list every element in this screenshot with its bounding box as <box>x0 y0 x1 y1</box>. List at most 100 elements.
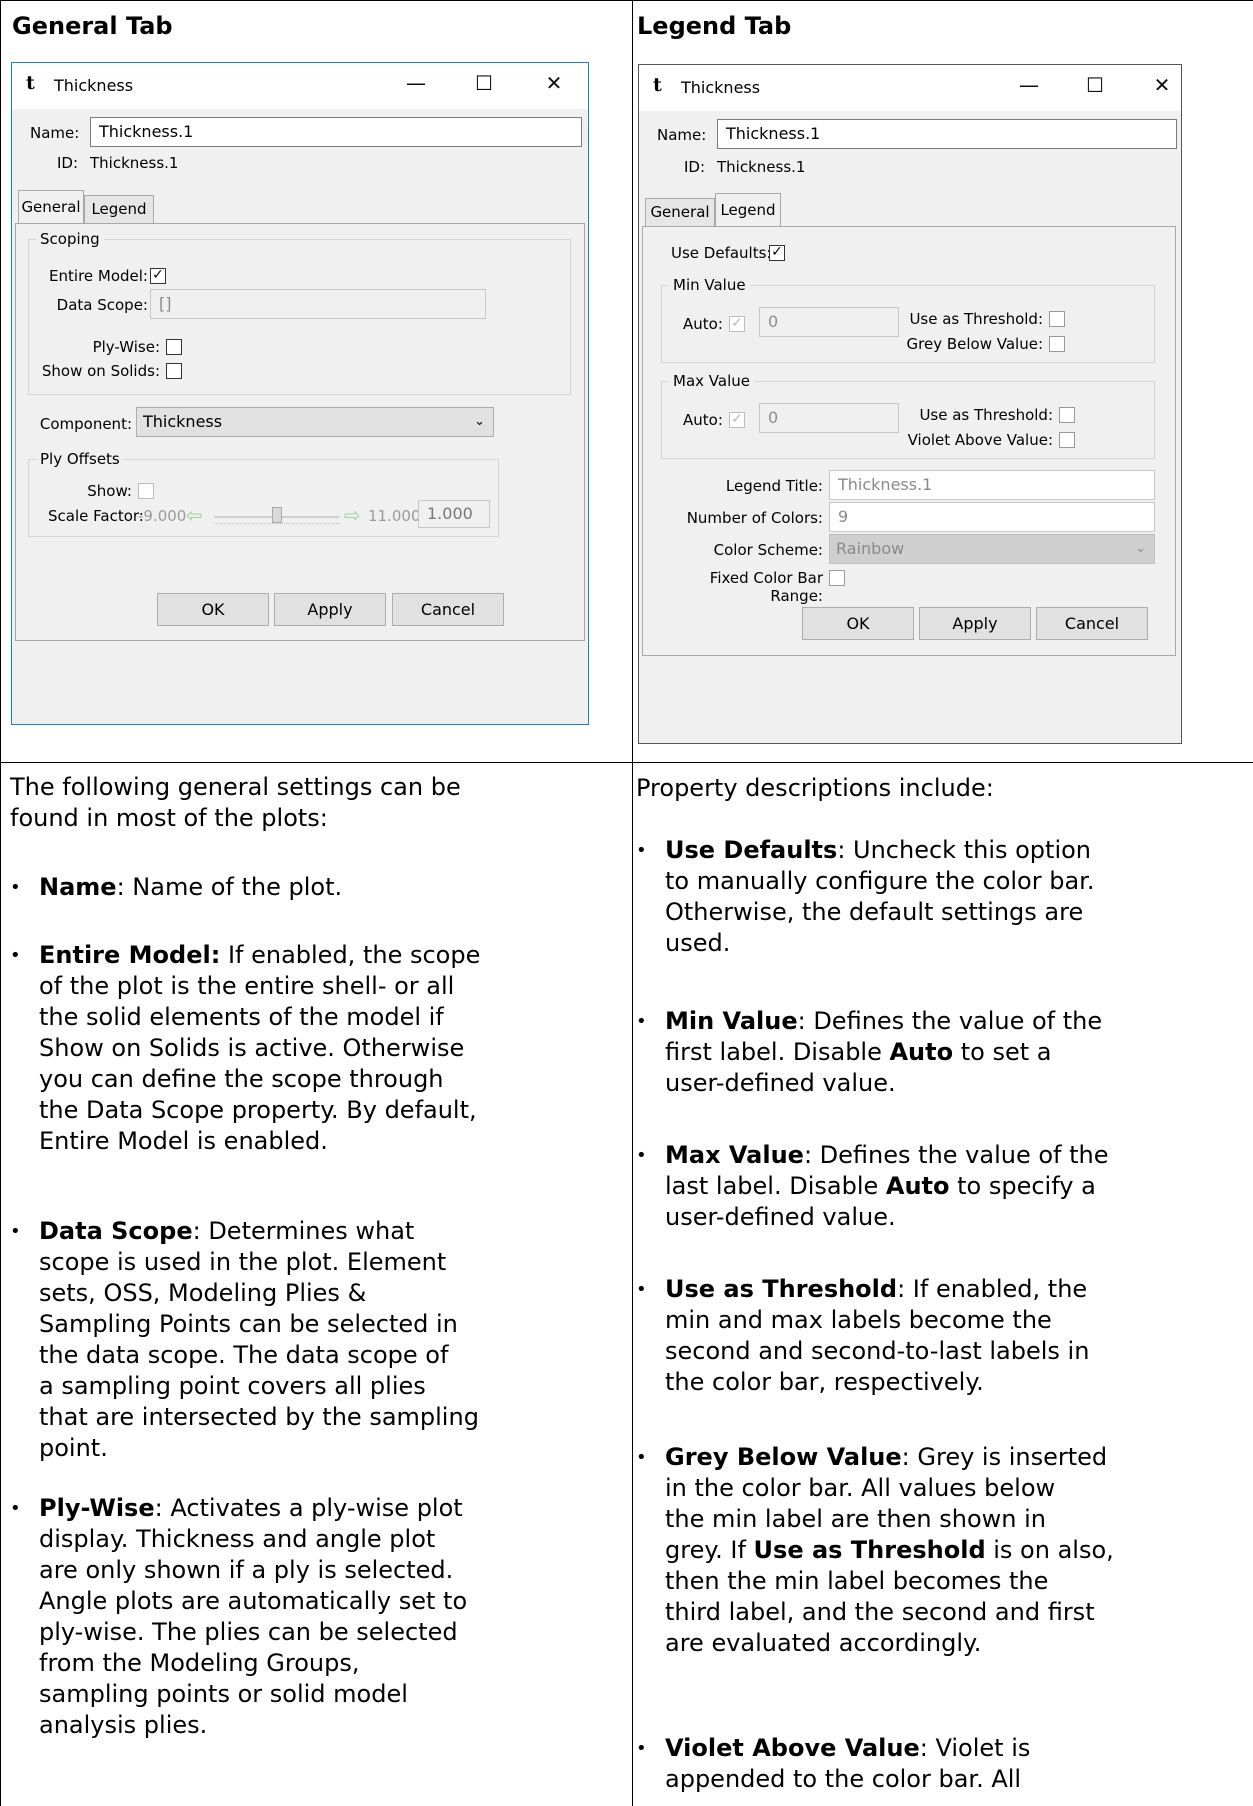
text-line: to manually configure the color bar. <box>665 867 1095 895</box>
t-icon: t <box>653 74 662 96</box>
scale-slider-thumb[interactable] <box>272 507 282 523</box>
apply-button[interactable]: Apply <box>919 607 1031 640</box>
text-line: : Violet is <box>919 1734 1031 1762</box>
name-field[interactable]: Thickness.1 <box>717 119 1177 149</box>
text-line: : If enabled, the <box>897 1275 1088 1303</box>
id-label: ID: <box>684 158 706 176</box>
min-auto-checkbox[interactable]: ✓ <box>729 316 745 332</box>
legend-title-field[interactable]: Thickness.1 <box>829 470 1155 500</box>
text-line: used. <box>665 929 731 957</box>
text-line: last label. Disable <box>665 1172 886 1200</box>
bullet-dot: • <box>636 1738 647 1759</box>
cancel-button[interactable]: Cancel <box>392 593 504 626</box>
ok-button[interactable]: OK <box>802 607 914 640</box>
ply-wise-checkbox[interactable] <box>166 339 182 355</box>
scoping-title: Scoping <box>36 230 104 248</box>
text-line: Angle plots are automatically set to <box>39 1587 468 1615</box>
color-scheme-select[interactable]: Rainbow ⌄ <box>829 534 1155 564</box>
text-line: the min label are then shown in <box>665 1505 1046 1533</box>
text-line: scope is used in the plot. Element <box>39 1248 447 1276</box>
tab-legend[interactable]: Legend <box>84 195 154 224</box>
text-line: user-defined value. <box>665 1069 896 1097</box>
text-line: : Grey is inserted <box>901 1443 1108 1471</box>
table-border-left <box>0 0 1 1806</box>
term: Max Value <box>665 1141 804 1169</box>
min-value-field[interactable]: 0 <box>759 307 899 337</box>
grey-below-checkbox[interactable] <box>1049 336 1065 352</box>
max-auto-label: Auto: <box>683 411 723 429</box>
tab-page: Scoping Entire Model: ✓ Data Scope: [] P… <box>15 223 585 641</box>
show-on-solids-checkbox[interactable] <box>166 363 182 379</box>
bullet-dot: • <box>636 1447 647 1468</box>
text-line: Show on Solids is active. Otherwise <box>39 1034 465 1062</box>
text-line: Data Scope: Determines what <box>39 1216 479 1247</box>
bullet-dot: • <box>10 945 21 966</box>
text-line: the Data Scope property. By default, <box>39 1096 477 1124</box>
term: Auto <box>889 1038 954 1066</box>
scale-min-label: -9.000 <box>138 507 187 525</box>
minimize-icon[interactable]: — <box>1014 73 1044 97</box>
close-icon[interactable]: ✕ <box>1147 73 1177 97</box>
text-line: Name: Name of the plot. <box>39 872 342 903</box>
close-icon[interactable]: ✕ <box>539 71 569 95</box>
text-line: is on also, <box>985 1536 1114 1564</box>
name-field[interactable]: Thickness.1 <box>90 117 582 147</box>
min-value-title: Min Value <box>669 276 750 294</box>
text-line: display. Thickness and angle plot <box>39 1525 436 1553</box>
use-defaults-checkbox[interactable]: ✓ <box>769 245 785 261</box>
maximize-icon[interactable]: ☐ <box>1080 73 1110 97</box>
ok-button[interactable]: OK <box>157 593 269 626</box>
fixed-range-checkbox[interactable] <box>829 570 845 586</box>
show-checkbox[interactable] <box>138 483 154 499</box>
text-line: a sampling point covers all plies <box>39 1372 426 1400</box>
min-threshold-label: Use as Threshold: <box>909 310 1043 328</box>
fixed-range-label: Fixed Color Bar Range: <box>709 569 823 605</box>
component-value: Thickness <box>143 412 223 431</box>
max-threshold-checkbox[interactable] <box>1059 407 1075 423</box>
intro-text: The following general settings can be fo… <box>10 772 461 834</box>
tab-general[interactable]: General <box>18 190 84 224</box>
text-line: you can define the scope through <box>39 1065 444 1093</box>
min-threshold-checkbox[interactable] <box>1049 311 1065 327</box>
title-bar: t Thickness — ☐ ✕ <box>639 65 1181 111</box>
text-line: : Activates a ply-wise plot <box>154 1494 463 1522</box>
tab-general[interactable]: General <box>645 198 715 227</box>
data-scope-field[interactable]: [] <box>150 289 486 319</box>
bullet-dot: • <box>10 877 21 898</box>
text-line: second and second-to-last labels in <box>665 1337 1090 1365</box>
text-line: in the color bar. All values below <box>665 1474 1056 1502</box>
color-scheme-value: Rainbow <box>836 539 905 558</box>
apply-button[interactable]: Apply <box>274 593 386 626</box>
table-row-divider <box>0 762 1253 763</box>
minimize-icon[interactable]: — <box>401 71 431 95</box>
term: Use as Threshold <box>665 1275 898 1303</box>
entire-model-checkbox[interactable]: ✓ <box>150 268 166 284</box>
tab-legend[interactable]: Legend <box>715 193 781 227</box>
cancel-button[interactable]: Cancel <box>1036 607 1148 640</box>
bullet-dot: • <box>10 1221 21 1242</box>
term: Use Defaults <box>665 836 838 864</box>
ply-wise-label: Ply-Wise: <box>92 338 160 356</box>
arrow-right-icon[interactable]: ⇨ <box>344 503 361 527</box>
data-scope-label: Data Scope: <box>56 296 148 314</box>
violet-above-checkbox[interactable] <box>1059 432 1075 448</box>
text-line: point. <box>39 1434 108 1462</box>
text-line: first label. Disable <box>665 1038 890 1066</box>
maximize-icon[interactable]: ☐ <box>469 71 499 95</box>
component-select[interactable]: Thickness ⌄ <box>136 407 494 437</box>
show-label: Show: <box>87 482 132 500</box>
scale-factor-field[interactable]: 1.000 <box>418 500 490 528</box>
num-colors-field[interactable]: 9 <box>829 502 1155 532</box>
text-line: appended to the color bar. All <box>665 1765 1022 1793</box>
text-line: of the plot is the entire shell- or all <box>39 972 455 1000</box>
term: Use as Threshold <box>753 1536 986 1564</box>
max-auto-checkbox[interactable]: ✓ <box>729 412 745 428</box>
term: Data Scope <box>39 1217 193 1245</box>
text-line: to set a <box>953 1038 1052 1066</box>
arrow-left-icon[interactable]: ⇦ <box>186 503 203 527</box>
header-general-tab: General Tab <box>12 12 173 40</box>
max-value-field[interactable]: 0 <box>759 403 899 433</box>
text-line: ply-wise. The plies can be selected <box>39 1618 458 1646</box>
min-auto-label: Auto: <box>683 315 723 333</box>
scale-factor-label: Scale Factor: <box>48 507 144 525</box>
